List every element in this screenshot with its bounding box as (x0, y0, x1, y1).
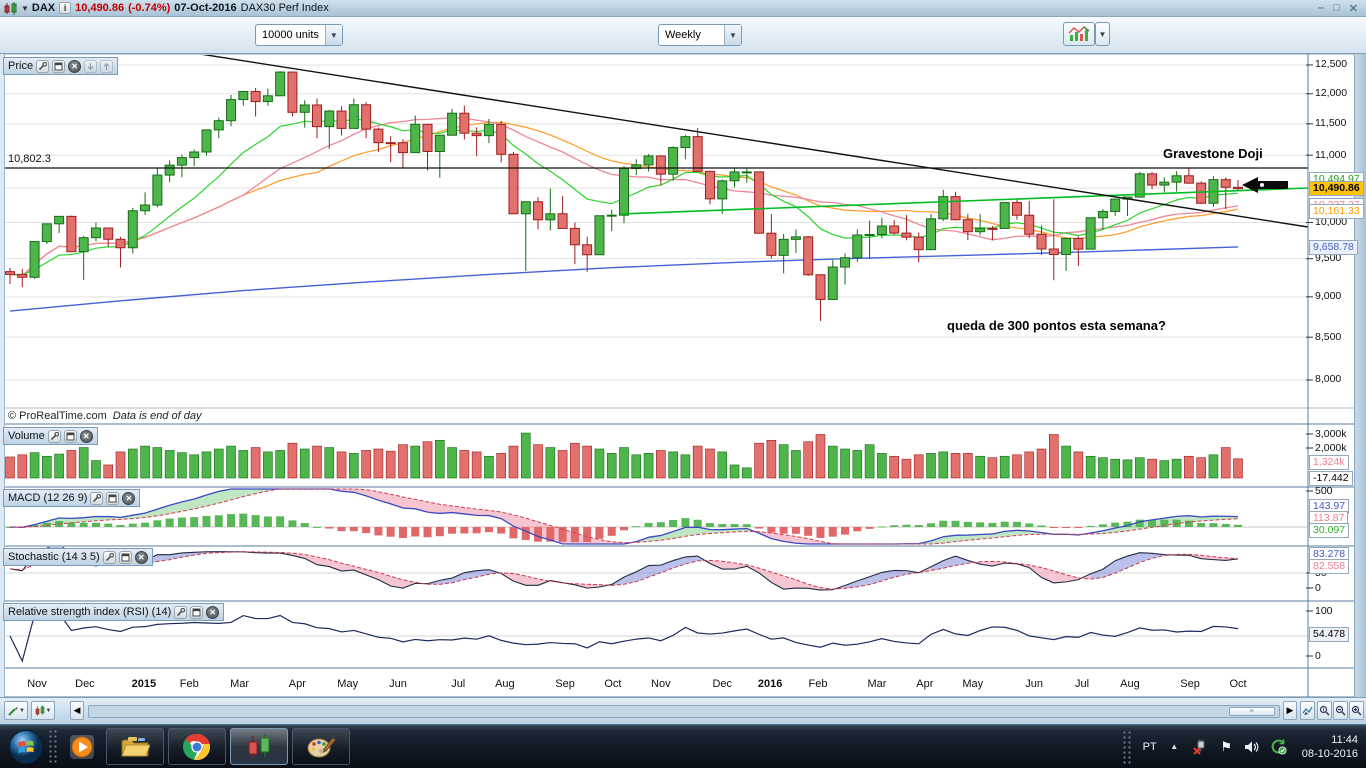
annotation-question: queda de 300 pontos esta semana? (947, 318, 1166, 333)
chart-style-dropdown-arrow[interactable]: ▼ (1095, 22, 1110, 46)
folder-icon (121, 736, 150, 756)
symbol-dropdown-caret[interactable]: ▼ (21, 4, 29, 13)
chart-toolbar: 10000 units ▼ Weekly ▼ ▼ (0, 17, 1366, 54)
windows-logo-icon (9, 729, 43, 764)
timeframe-value: Weekly (665, 29, 701, 41)
change-percent: (-0.74%) (128, 2, 171, 14)
annotation-gravestone-doji: Gravestone Doji (1163, 146, 1263, 161)
symbol-label: DAX (31, 2, 56, 14)
volume-icon[interactable] (1244, 738, 1261, 755)
draw-tool-button[interactable]: ▼ (4, 701, 28, 720)
timeframe-dropdown[interactable]: Weekly ▼ (658, 24, 742, 46)
zoom-range-button[interactable] (1317, 701, 1332, 720)
start-button[interactable] (6, 727, 46, 767)
zoom-in-button[interactable] (1349, 701, 1364, 720)
close-icon[interactable]: ✕ (79, 429, 93, 443)
maximize-button[interactable]: □ (1333, 2, 1340, 15)
close-icon[interactable]: ✕ (68, 59, 82, 73)
taskbar-item-chrome[interactable] (168, 728, 226, 765)
close-icon[interactable]: ✕ (134, 550, 148, 564)
zoom-out-button[interactable] (1333, 701, 1348, 720)
window-left-edge (0, 54, 5, 697)
media-player-icon (70, 734, 94, 759)
close-icon[interactable]: ✕ (122, 491, 136, 505)
system-tray: PT ▲ ⚑ 11:44 08-10-2016 (1120, 729, 1366, 764)
candle-display-button[interactable]: ▼ (31, 701, 55, 720)
action-center-flag-icon[interactable]: ⚑ (1218, 738, 1235, 755)
stochastic-panel-header: Stochastic (14 3 5) ✕ (3, 548, 153, 566)
rsi-panel-header: Relative strength index (RSI) (14) ✕ (3, 603, 225, 621)
window-icon[interactable] (118, 550, 132, 564)
info-icon[interactable]: i (59, 2, 72, 14)
taskbar-grip (1121, 729, 1132, 764)
close-button[interactable]: ✕ (1349, 2, 1358, 15)
scrollbar-thumb[interactable]: ≡ (1229, 707, 1275, 716)
scroll-right-arrow[interactable]: ▶ (1283, 701, 1297, 720)
sync-icon[interactable] (1270, 738, 1287, 755)
units-value: 10000 units (262, 29, 319, 41)
move-down-icon[interactable] (84, 59, 98, 73)
taskbar-grip (48, 728, 58, 765)
window-icon[interactable] (106, 491, 120, 505)
resistance-level-label: 10,802.3 (8, 153, 51, 165)
taskbar-item-media-player[interactable] (60, 732, 104, 762)
cursor-chart-button[interactable] (1300, 701, 1315, 720)
copyright-text: © ProRealTime.com (8, 410, 107, 422)
windows-taskbar: PT ▲ ⚑ 11:44 08-10-2016 (0, 725, 1366, 768)
time-scrollbar[interactable]: ≡ (88, 705, 1280, 718)
clock-time: 11:44 (1331, 733, 1358, 746)
wrench-icon[interactable] (102, 550, 116, 564)
chevron-down-icon[interactable]: ▼ (724, 25, 741, 45)
window-controls: – □ ✕ (1318, 2, 1362, 15)
data-note: Data is end of day (112, 410, 202, 422)
window-right-edge (1354, 54, 1366, 697)
chart-style-button[interactable] (1063, 22, 1095, 46)
app-candlestick-icon (4, 1, 18, 15)
last-price: 10,490.86 (75, 2, 125, 14)
rsi-panel-label: Relative strength index (RSI) (14) (8, 606, 172, 618)
window-icon[interactable] (190, 605, 204, 619)
wrench-icon[interactable] (174, 605, 188, 619)
volume-panel-label: Volume (8, 430, 45, 442)
scroll-left-arrow[interactable]: ◀ (70, 701, 84, 720)
close-icon[interactable]: ✕ (206, 605, 220, 619)
taskbar-item-explorer[interactable] (106, 728, 164, 765)
chevron-down-icon[interactable]: ▼ (324, 25, 342, 45)
hidden-icons-arrow[interactable]: ▲ (1166, 738, 1183, 755)
macd-panel-header: MACD (12 26 9) ✕ (3, 489, 141, 507)
chart-style-icon (1068, 26, 1090, 41)
window-icon[interactable] (63, 429, 77, 443)
instrument-name: DAX30 Perf Index (240, 2, 329, 14)
candlestick-app-icon (248, 733, 270, 759)
taskbar-item-prorealtime[interactable] (230, 728, 288, 765)
paint-icon (307, 736, 336, 757)
chart-status-bar: ▼ ▼ ◀ ≡ ▶ (0, 697, 1366, 725)
price-panel-label: Price (8, 60, 34, 72)
copyright-note: © ProRealTime.com Data is end of day (8, 410, 201, 422)
taskbar-item-paint[interactable] (292, 728, 350, 765)
window-icon[interactable] (52, 59, 66, 73)
wrench-icon[interactable] (47, 429, 61, 443)
units-dropdown[interactable]: 10000 units ▼ (255, 24, 343, 46)
volume-panel-header: Volume ✕ (3, 427, 98, 445)
window-title-bar: ▼ DAX i 10,490.86 (-0.74%) 07-Oct-2016 D… (0, 0, 1366, 17)
stochastic-panel-label: Stochastic (14 3 5) (8, 551, 100, 563)
desktop: 12,500 12,000 11,500 11,000 10,000 9,500 9,000… (0, 0, 1366, 768)
taskbar-clock[interactable]: 11:44 08-10-2016 (1296, 733, 1358, 761)
wrench-icon[interactable] (36, 59, 50, 73)
language-indicator[interactable]: PT (1143, 741, 1157, 753)
move-up-icon[interactable] (100, 59, 114, 73)
chrome-icon (183, 733, 210, 760)
price-panel-header: Price ✕ (3, 57, 119, 75)
quote-date: 07-Oct-2016 (174, 2, 237, 14)
minimize-button[interactable]: – (1318, 2, 1324, 15)
wrench-icon[interactable] (90, 491, 104, 505)
macd-panel-label: MACD (12 26 9) (8, 492, 88, 504)
clock-date: 08-10-2016 (1301, 747, 1358, 760)
chart-canvas[interactable] (0, 0, 1366, 768)
power-icon[interactable] (1192, 738, 1209, 755)
